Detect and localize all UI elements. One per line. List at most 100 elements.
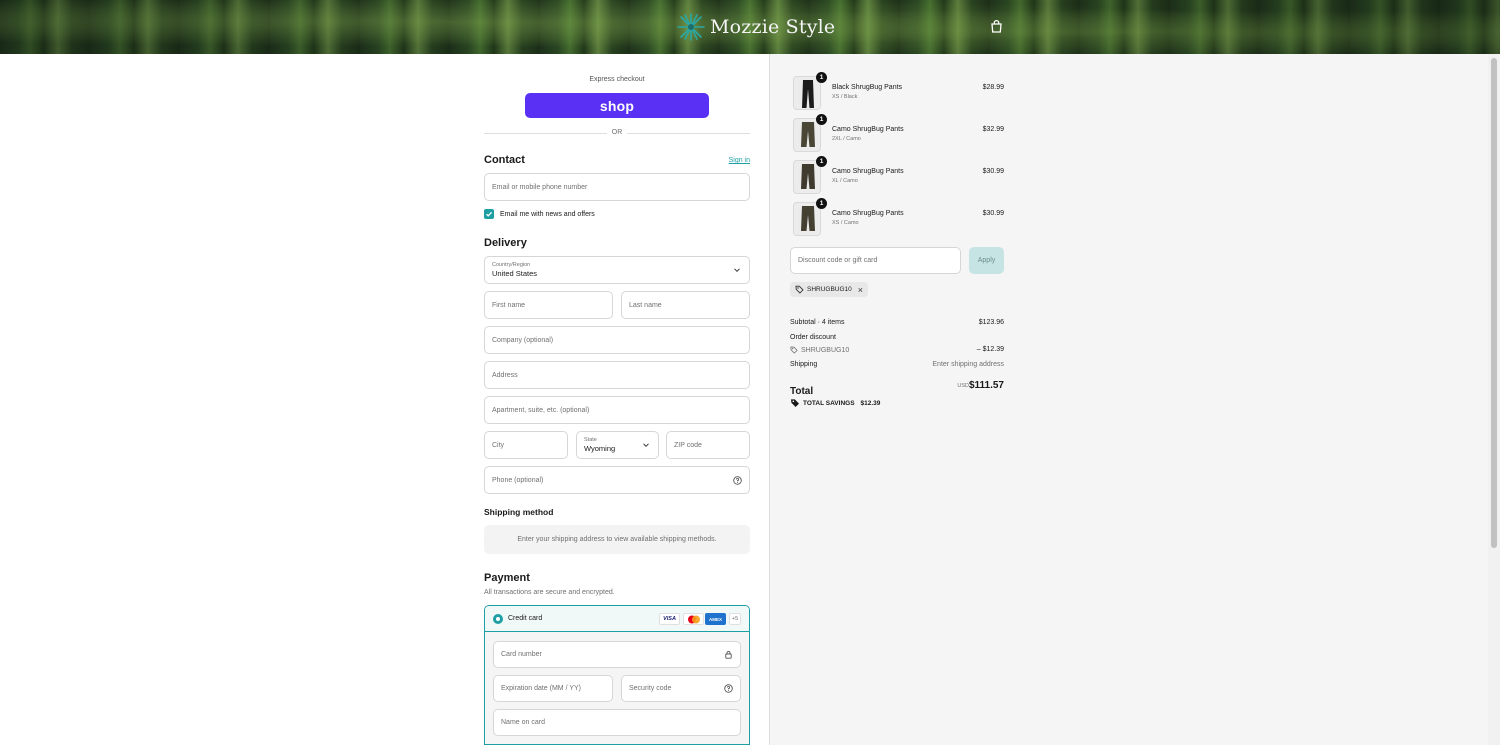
item-name: Camo ShrugBug Pants xyxy=(832,168,904,175)
tag-icon xyxy=(791,399,799,407)
phone-placeholder: Phone (optional) xyxy=(492,476,544,484)
item-name: Camo ShrugBug Pants xyxy=(832,126,904,133)
state-label: State xyxy=(584,437,597,443)
item-price: $30.99 xyxy=(982,210,1004,217)
payment-subtitle: All transactions are secure and encrypte… xyxy=(484,589,615,596)
country-value: United States xyxy=(492,269,538,278)
lock-icon xyxy=(725,651,732,659)
country-label: Country/Region xyxy=(492,262,531,268)
cart-item: 1 Camo ShrugBug Pants 2XL / Camo $32.99 xyxy=(790,114,1004,152)
cart-item: 1 Black ShrugBug Pants XS / Black $28.99 xyxy=(790,72,1004,110)
phone-field[interactable]: Phone (optional) xyxy=(484,466,750,494)
amex-icon: AMEX xyxy=(705,613,726,625)
zip-field[interactable]: ZIP code xyxy=(666,431,750,459)
or-divider: OR xyxy=(484,128,750,138)
first-name-field[interactable]: First name xyxy=(484,291,613,319)
tag-icon xyxy=(795,285,804,294)
address-field[interactable]: Address xyxy=(484,361,750,389)
last-name-field[interactable]: Last name xyxy=(621,291,750,319)
contact-title: Contact xyxy=(484,154,525,166)
quantity-badge: 1 xyxy=(816,156,827,167)
cart-item: 1 Camo ShrugBug Pants XS / Camo $30.99 xyxy=(790,198,1004,236)
payment-title: Payment xyxy=(484,572,530,584)
credit-card-radio[interactable] xyxy=(493,614,503,624)
item-variant: 2XL / Camo xyxy=(832,136,861,142)
country-select[interactable]: Country/Region United States xyxy=(484,256,750,284)
shipping-method-title: Shipping method xyxy=(484,507,554,517)
shipping-value: Enter shipping address xyxy=(932,361,1004,368)
help-icon[interactable] xyxy=(724,684,733,693)
security-code-field[interactable]: Security code xyxy=(621,675,741,702)
city-field[interactable]: City xyxy=(484,431,568,459)
brand[interactable]: Mozzie Style xyxy=(676,10,835,44)
quantity-badge: 1 xyxy=(816,114,827,125)
scrollbar-thumb[interactable] xyxy=(1491,58,1497,548)
newsletter-option: Email me with news and offers xyxy=(484,209,595,219)
newsletter-label: Email me with news and offers xyxy=(500,210,595,218)
subtotal-row: Subtotal · 4 items $123.96 xyxy=(790,319,1004,326)
savings-label: TOTAL SAVINGS xyxy=(803,399,855,407)
cart-item: 1 Camo ShrugBug Pants XL / Camo $30.99 xyxy=(790,156,1004,194)
subtotal-label: Subtotal · 4 items xyxy=(790,319,845,326)
item-price: $30.99 xyxy=(982,168,1004,175)
shipping-method-notice: Enter your shipping address to view avai… xyxy=(484,525,750,554)
item-variant: XS / Camo xyxy=(832,220,859,226)
chevron-down-icon xyxy=(643,443,649,448)
item-price: $32.99 xyxy=(982,126,1004,133)
currency-code: USD xyxy=(957,383,969,389)
discount-code-line: SHRUGBUG10 xyxy=(790,346,1004,354)
company-field[interactable]: Company (optional) xyxy=(484,326,750,354)
item-name: Camo ShrugBug Pants xyxy=(832,210,904,217)
star-burst-logo-icon xyxy=(677,13,705,41)
subtotal-value: $123.96 xyxy=(978,319,1004,326)
visa-icon: VISA xyxy=(659,613,680,625)
total-value: $111.57 xyxy=(968,380,1004,391)
remove-discount-icon[interactable]: × xyxy=(858,285,863,295)
item-price: $28.99 xyxy=(982,84,1004,91)
item-name: Black ShrugBug Pants xyxy=(832,84,903,91)
discount-code-row: SHRUGBUG10 – $12.39 xyxy=(790,346,1004,354)
site-header: Mozzie Style xyxy=(0,0,1500,54)
expiration-field[interactable]: Expiration date (MM / YY) xyxy=(493,675,613,702)
name-on-card-field[interactable]: Name on card xyxy=(493,709,741,736)
order-discount-label: Order discount xyxy=(790,334,836,341)
apartment-field[interactable]: Apartment, suite, etc. (optional) xyxy=(484,396,750,424)
quantity-badge: 1 xyxy=(816,198,827,209)
applied-code: SHRUGBUG10 xyxy=(807,286,852,293)
express-checkout-label: Express checkout xyxy=(589,76,645,83)
delivery-title: Delivery xyxy=(484,237,527,249)
email-field[interactable]: Email or mobile phone number xyxy=(484,173,750,201)
sign-in-link[interactable]: Sign in xyxy=(729,157,750,164)
discount-value: – $12.39 xyxy=(976,346,1004,353)
state-value: Wyoming xyxy=(584,444,616,453)
discount-code-input[interactable]: Discount code or gift card xyxy=(790,247,961,274)
applied-discount-chip: SHRUGBUG10 × xyxy=(790,282,869,297)
mastercard-icon xyxy=(683,613,704,625)
card-number-field[interactable]: Card number xyxy=(493,641,741,668)
item-variant: XL / Camo xyxy=(832,178,858,184)
credit-card-option[interactable]: Credit card VISA AMEX +5 xyxy=(485,606,749,632)
security-code-placeholder: Security code xyxy=(629,685,672,692)
discount-code-name: SHRUGBUG10 xyxy=(801,346,850,354)
item-variant: XS / Black xyxy=(832,94,858,100)
help-icon[interactable] xyxy=(733,475,742,485)
quantity-badge: 1 xyxy=(816,72,827,83)
more-cards-badge: +5 xyxy=(729,613,741,625)
state-select[interactable]: State Wyoming xyxy=(576,431,659,459)
tag-icon xyxy=(790,346,798,354)
divider-line xyxy=(627,133,750,134)
apply-discount-button[interactable]: Apply xyxy=(969,247,1004,274)
page-scrollbar[interactable] xyxy=(1488,54,1500,745)
shipping-label: Shipping xyxy=(790,361,818,368)
shop-pay-button[interactable]: shop xyxy=(525,93,709,118)
shopping-bag-icon[interactable] xyxy=(989,19,1004,34)
total-row: Total USD $111.57 xyxy=(790,380,1004,399)
total-label: Total xyxy=(790,386,814,397)
newsletter-checkbox[interactable] xyxy=(484,209,494,219)
credit-card-panel: Credit card VISA AMEX +5 Card number Exp… xyxy=(484,605,750,745)
checkmark-icon xyxy=(486,211,493,217)
savings-value: $12.39 xyxy=(860,399,881,407)
order-discount-row: Order discount xyxy=(790,334,1004,341)
card-number-placeholder: Card number xyxy=(501,651,542,658)
brand-name: Mozzie Style xyxy=(710,16,836,38)
